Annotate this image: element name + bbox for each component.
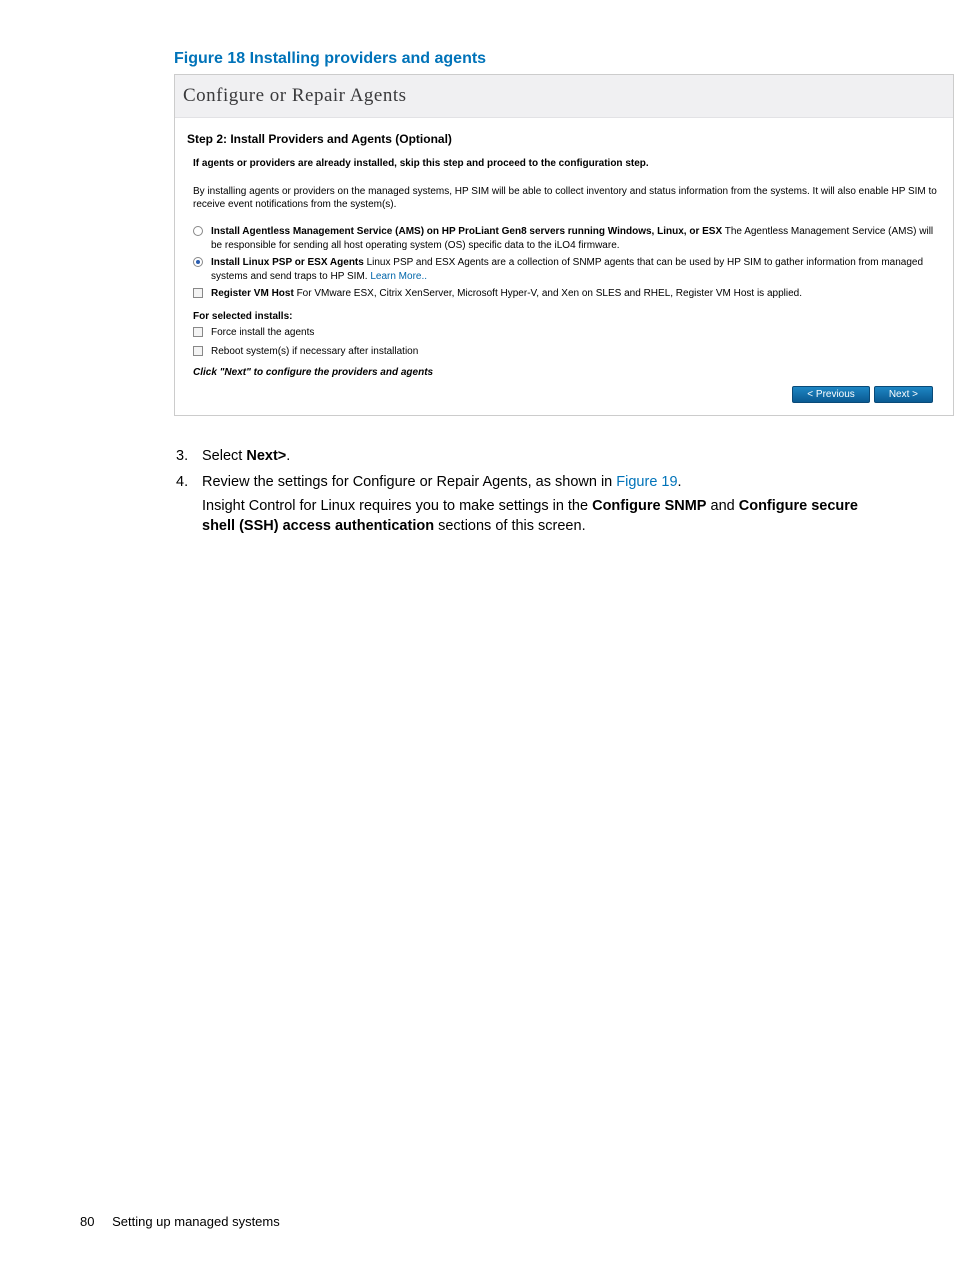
learn-more-link[interactable]: Learn More.. [370, 271, 427, 282]
step4-p2c: sections of this screen. [434, 518, 586, 534]
figure-xref[interactable]: Figure 19 [616, 474, 677, 490]
option-ams-label: Install Agentless Management Service (AM… [211, 226, 722, 237]
checkbox-icon[interactable] [193, 346, 203, 356]
list-item: 4. Review the settings for Configure or … [174, 472, 894, 537]
step4-post: . [678, 474, 682, 490]
screenshot-panel: Configure or Repair Agents Step 2: Insta… [174, 74, 954, 416]
next-button[interactable]: Next > [874, 386, 933, 403]
page-footer: 80 Setting up managed systems [80, 1214, 280, 1229]
step3-post: . [286, 448, 290, 464]
radio-icon[interactable] [193, 257, 203, 267]
list-number: 4. [174, 472, 202, 537]
click-next-hint: Click "Next" to configure the providers … [193, 367, 941, 378]
radio-icon[interactable] [193, 226, 203, 236]
step3-pre: Select [202, 448, 246, 464]
option-vm-label: Register VM Host [211, 288, 294, 299]
option-linux-label: Install Linux PSP or ESX Agents [211, 257, 364, 268]
figure-caption: Figure 18 Installing providers and agent… [174, 50, 894, 68]
step4-pre: Review the settings for Configure or Rep… [202, 474, 616, 490]
list-number: 3. [174, 446, 202, 466]
step3-bold: Next> [246, 448, 286, 464]
step4-p2b: and [706, 498, 738, 514]
panel-title: Configure or Repair Agents [175, 75, 953, 118]
step-note: If agents or providers are already insta… [193, 158, 941, 169]
selected-installs-label: For selected installs: [193, 311, 941, 322]
reboot-label: Reboot system(s) if necessary after inst… [211, 345, 418, 359]
page-number: 80 [80, 1214, 94, 1229]
checkbox-icon[interactable] [193, 327, 203, 337]
step-description: By installing agents or providers on the… [193, 185, 941, 211]
step4-b1: Configure SNMP [592, 498, 706, 514]
section-title: Setting up managed systems [112, 1214, 280, 1229]
option-reboot: Reboot system(s) if necessary after inst… [193, 345, 941, 361]
list-item: 3. Select Next>. [174, 446, 894, 466]
option-register-vm: Register VM Host For VMware ESX, Citrix … [193, 287, 941, 303]
option-ams: Install Agentless Management Service (AM… [193, 225, 941, 252]
step-title: Step 2: Install Providers and Agents (Op… [187, 132, 941, 146]
force-install-label: Force install the agents [211, 326, 314, 340]
step4-p2a: Insight Control for Linux requires you t… [202, 498, 592, 514]
previous-button[interactable]: < Previous [792, 386, 870, 403]
document-body-text: 3. Select Next>. 4. Review the settings … [174, 446, 894, 537]
option-force-install: Force install the agents [193, 326, 941, 342]
checkbox-icon[interactable] [193, 288, 203, 298]
option-vm-desc: For VMware ESX, Citrix XenServer, Micros… [294, 288, 802, 299]
option-linux-psp: Install Linux PSP or ESX Agents Linux PS… [193, 256, 941, 283]
